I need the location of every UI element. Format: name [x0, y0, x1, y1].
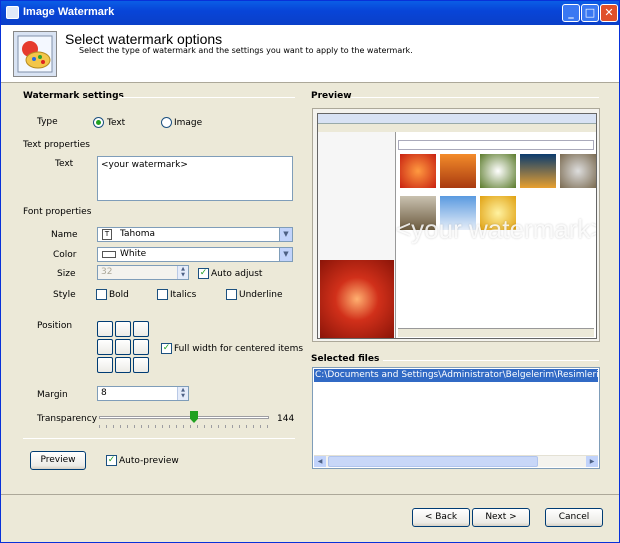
- style-label: Style: [53, 290, 76, 300]
- preview-toolbar: [318, 114, 596, 124]
- font-size-stepper[interactable]: 32 ▲ ▼: [97, 265, 189, 280]
- preview-thumb-large: [320, 260, 394, 338]
- underline-checkbox[interactable]: [226, 289, 237, 300]
- preview-photo: [480, 154, 516, 188]
- title-bar[interactable]: Image Watermark _ □ ✕: [1, 1, 619, 25]
- color-swatch: [102, 251, 116, 258]
- transparency-slider-track[interactable]: [99, 416, 269, 419]
- position-center[interactable]: [115, 339, 131, 355]
- next-button[interactable]: Next >: [472, 508, 530, 527]
- preview-image: <your watermark>: [317, 113, 597, 339]
- auto-adjust-label[interactable]: Auto adjust: [211, 269, 262, 279]
- position-bottom-center[interactable]: [115, 357, 131, 373]
- transparency-slider-thumb[interactable]: [190, 411, 198, 423]
- list-item[interactable]: C:\Documents and Settings\Administrator\…: [314, 369, 598, 382]
- italics-label[interactable]: Italics: [170, 290, 196, 300]
- preview-title: Preview: [311, 91, 352, 101]
- preview-statusbar: [398, 328, 594, 337]
- bold-label[interactable]: Bold: [109, 290, 129, 300]
- auto-adjust-checkbox[interactable]: ✓: [198, 268, 209, 279]
- margin-value: 8: [101, 388, 107, 398]
- font-color-select[interactable]: White ▼: [97, 247, 293, 262]
- position-bottom-left[interactable]: [97, 357, 113, 373]
- preview-photo: [520, 154, 556, 188]
- type-image-radio[interactable]: [161, 117, 172, 128]
- position-middle-right[interactable]: [133, 339, 149, 355]
- position-top-left[interactable]: [97, 321, 113, 337]
- full-width-label[interactable]: Full width for centered items: [174, 344, 303, 354]
- preview-address: [398, 140, 594, 150]
- close-button[interactable]: ✕: [600, 4, 618, 22]
- preview-button[interactable]: Preview: [30, 451, 86, 470]
- bold-checkbox[interactable]: [96, 289, 107, 300]
- type-image-label[interactable]: Image: [174, 118, 202, 128]
- auto-preview-checkbox[interactable]: ✓: [106, 455, 117, 466]
- position-bottom-right[interactable]: [133, 357, 149, 373]
- margin-label: Margin: [37, 390, 68, 400]
- maximize-button[interactable]: □: [581, 4, 599, 22]
- italics-checkbox[interactable]: [157, 289, 168, 300]
- spin-buttons[interactable]: ▲ ▼: [177, 387, 188, 400]
- name-label: Name: [51, 230, 78, 240]
- scroll-right-icon[interactable]: ▶: [586, 456, 598, 467]
- type-text-radio[interactable]: [93, 117, 104, 128]
- underline-label[interactable]: Underline: [239, 290, 282, 300]
- divider: [351, 97, 599, 98]
- divider: [23, 438, 295, 439]
- position-top-right[interactable]: [133, 321, 149, 337]
- window-title: Image Watermark: [23, 6, 115, 18]
- preview-watermark-text: <your watermark>: [396, 214, 597, 244]
- position-top-center[interactable]: [115, 321, 131, 337]
- page-subtitle: Select the type of watermark and the set…: [79, 46, 413, 55]
- auto-preview-label[interactable]: Auto-preview: [119, 456, 179, 466]
- preview-panel: <your watermark>: [312, 108, 600, 342]
- position-label: Position: [37, 321, 73, 331]
- selected-files-title: Selected files: [311, 354, 380, 364]
- selected-files-list[interactable]: C:\Documents and Settings\Administrator\…: [312, 367, 600, 469]
- watermark-window: Image Watermark _ □ ✕ Select watermark o…: [0, 0, 620, 543]
- type-text-label[interactable]: Text: [107, 118, 125, 128]
- footer-divider: [1, 494, 619, 495]
- chevron-down-icon[interactable]: ▼: [279, 248, 292, 261]
- preview-menubar: [318, 124, 596, 132]
- preview-photo: [400, 154, 436, 188]
- horizontal-scrollbar[interactable]: ◀ ▶: [314, 455, 598, 467]
- app-icon: [6, 6, 19, 19]
- back-button[interactable]: < Back: [412, 508, 470, 527]
- spin-buttons[interactable]: ▲ ▼: [177, 266, 188, 279]
- wizard-header: Select watermark options Select the type…: [1, 25, 619, 83]
- page-title: Select watermark options: [65, 31, 223, 47]
- text-label: Text: [55, 159, 74, 169]
- scroll-thumb[interactable]: [328, 456, 538, 467]
- font-name-value: Tahoma: [120, 229, 156, 239]
- watermark-text-input[interactable]: <your watermark>: [97, 156, 293, 201]
- color-label: Color: [53, 250, 77, 260]
- font-properties-title: Font properties: [23, 207, 92, 217]
- divider: [119, 97, 295, 98]
- type-label: Type: [37, 117, 58, 127]
- palette-icon: [13, 31, 57, 77]
- full-width-checkbox[interactable]: ✓: [161, 343, 172, 354]
- margin-stepper[interactable]: 8 ▲ ▼: [97, 386, 189, 401]
- font-size-value: 32: [101, 267, 113, 277]
- position-middle-left[interactable]: [97, 339, 113, 355]
- preview-photo: [560, 154, 596, 188]
- slider-ticks: [99, 425, 269, 428]
- cancel-button[interactable]: Cancel: [545, 508, 603, 527]
- minimize-button[interactable]: _: [562, 4, 580, 22]
- chevron-down-icon[interactable]: ▼: [279, 228, 292, 241]
- watermark-settings-title: Watermark settings: [23, 91, 124, 101]
- scroll-left-icon[interactable]: ◀: [314, 456, 326, 467]
- size-label: Size: [57, 269, 76, 279]
- watermark-text-value: <your watermark>: [101, 160, 188, 170]
- transparency-value: 144: [277, 414, 295, 424]
- preview-photo: [440, 154, 476, 188]
- divider: [383, 360, 599, 361]
- font-icon: T: [102, 229, 112, 240]
- font-color-value: White: [120, 249, 147, 259]
- transparency-label: Transparency: [37, 414, 98, 424]
- text-properties-title: Text properties: [23, 140, 90, 150]
- font-name-select[interactable]: T Tahoma ▼: [97, 227, 293, 242]
